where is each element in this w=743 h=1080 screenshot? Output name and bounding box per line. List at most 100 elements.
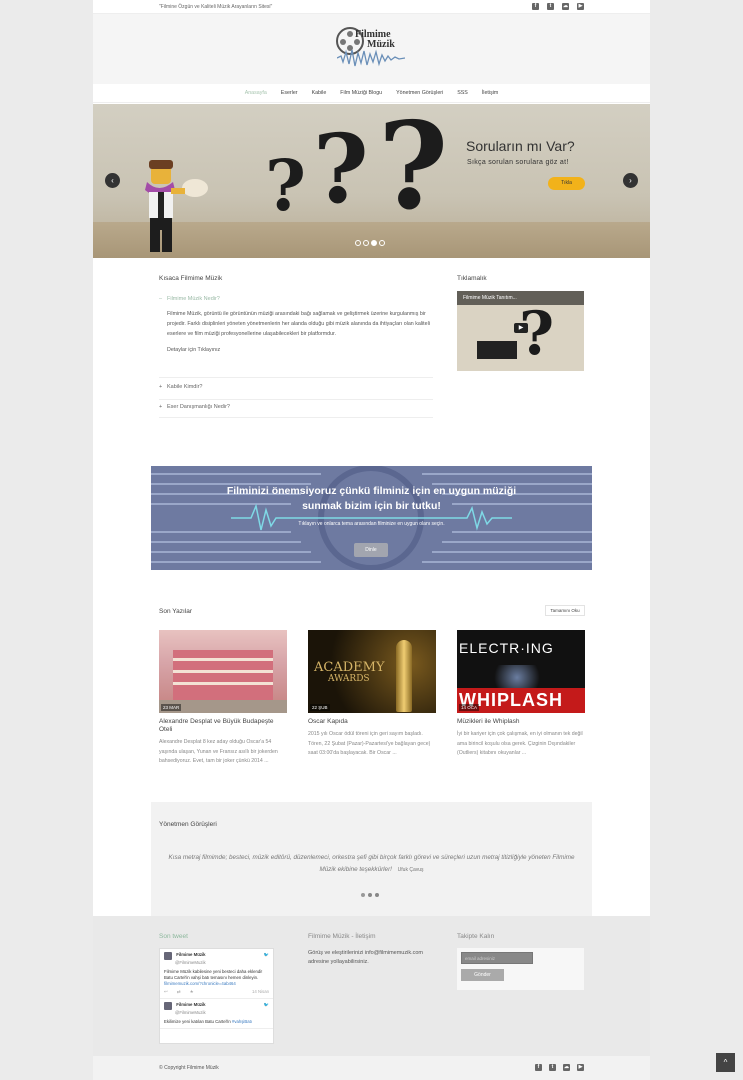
- question-mark-graphic: ?: [313, 114, 369, 225]
- twitter-icon[interactable]: t: [547, 3, 554, 10]
- thumbnail-text: AWARDS: [328, 674, 370, 684]
- tweet-handle[interactable]: @FilmimeMuzik: [164, 1010, 206, 1015]
- avatar: [164, 952, 172, 960]
- contact-text: Görüş ve eleştirilerinizi info@filmimemu…: [308, 950, 423, 965]
- testimonials-title: Yönetmen Görüşleri: [159, 821, 217, 828]
- thumbnail-text: ELECTR·ING: [459, 640, 554, 656]
- post-thumbnail[interactable]: ACADEMY AWARDS 22 ŞUB: [308, 630, 436, 713]
- testimonial-pagination: [361, 893, 379, 897]
- favorite-icon[interactable]: ★: [190, 989, 194, 994]
- tweet-time[interactable]: 14 Nisan: [252, 989, 269, 995]
- intro-title: Kısaca Filmime Müzik: [159, 275, 223, 282]
- post-title[interactable]: Oscar Kapıda: [308, 718, 436, 726]
- accordion-heading[interactable]: + Eser Danışmanlığı Nedir?: [159, 404, 433, 410]
- tweet-link[interactable]: filmimemuzik.com/?chronicle=4ab464: [164, 981, 269, 987]
- post-card[interactable]: ACADEMY AWARDS 22 ŞUB Oscar Kapıda 2015 …: [308, 630, 436, 759]
- tweet[interactable]: Filmime Müzik 🐦 @FilmimeMuzik Filmime Mü…: [160, 949, 273, 999]
- post-title[interactable]: Alexandre Desplat ve Büyük Budapeşte Ote…: [159, 718, 287, 734]
- nav-anasayfa[interactable]: Anasayfa: [245, 90, 267, 96]
- banner-headline-1: Filminizi önemsiyoruz çünkü filminiz içi…: [226, 485, 517, 497]
- page: "Filmine Özgün ve Kaliteli Müzik Arayanl…: [93, 0, 650, 1080]
- email-input[interactable]: email adresiniz: [461, 952, 533, 964]
- site-header: Filmime Müzik: [93, 14, 650, 84]
- details-link[interactable]: Detaylar için Tıklayınız: [159, 345, 433, 355]
- bottom-bar: © Copyright Filmime Müzik f t ☁ ▶: [93, 1056, 650, 1080]
- facebook-icon[interactable]: f: [532, 3, 539, 10]
- nav-blog[interactable]: Film Müziği Blogu: [340, 90, 382, 96]
- nav-sss[interactable]: SSS: [457, 90, 468, 96]
- soundcloud-icon[interactable]: ☁: [562, 3, 569, 10]
- slider-dot-active[interactable]: [371, 240, 377, 246]
- video-embed[interactable]: Filmime Müzik Tanıtım... ▶ ?: [457, 291, 584, 371]
- banner-subtext: Tıklayın ve onlarca tema arasından filmi…: [298, 521, 445, 527]
- facebook-icon[interactable]: f: [535, 1064, 542, 1071]
- tweet[interactable]: Filmime Müzik 🐦 @FilmimeMuzik Ekilimize …: [160, 999, 273, 1029]
- post-date: 23 MAR: [161, 704, 182, 711]
- tweet-author[interactable]: Filmime Müzik: [176, 952, 205, 957]
- accordion-heading[interactable]: + Kabile Kimdir?: [159, 384, 433, 390]
- main-nav: Anasayfa Eserler Kabile Film Müziği Blog…: [93, 84, 650, 103]
- slide-cta-button[interactable]: Tıkla: [548, 177, 585, 190]
- nav-kabile[interactable]: Kabile: [312, 90, 327, 96]
- slider-dot[interactable]: [355, 240, 361, 246]
- post-thumbnail[interactable]: ELECTR·ING WHIPLASH 14 OCA: [457, 630, 585, 713]
- tweet-text: Ekilimize yeni katılan Batu Cartel'in: [164, 1019, 231, 1024]
- twitter-icon[interactable]: t: [549, 1064, 556, 1071]
- accordion-item-open[interactable]: – Filmime Müzik Nedir? Filmime Müzik, gö…: [159, 296, 433, 378]
- nav-eserler[interactable]: Eserler: [281, 90, 298, 96]
- post-thumbnail[interactable]: 23 MAR: [159, 630, 287, 713]
- accordion-text: Filmime Müzik, görüntü ile görüntünün mü…: [167, 311, 430, 337]
- nav-iletisim[interactable]: İletişim: [482, 90, 498, 96]
- video-question-mark-graphic: ?: [519, 299, 555, 369]
- posts-section-title: Son Yazılar: [159, 608, 193, 615]
- site-logo[interactable]: Filmime Müzik: [335, 26, 407, 70]
- question-mark-graphic: ?: [378, 104, 449, 237]
- slider-dot[interactable]: [363, 240, 369, 246]
- testimonial-dot-active[interactable]: [361, 893, 365, 897]
- accordion-heading[interactable]: – Filmime Müzik Nedir?: [159, 296, 433, 302]
- accordion-item[interactable]: + Kabile Kimdir?: [159, 384, 433, 400]
- social-links-top: f t ☁ ▶: [532, 3, 584, 10]
- testimonial-dot[interactable]: [368, 893, 372, 897]
- slider-prev-arrow-icon[interactable]: ‹: [105, 173, 120, 188]
- slide-title: Soruların mı Var?: [466, 138, 575, 154]
- thumbnail-text: ACADEMY: [314, 660, 385, 675]
- reply-icon[interactable]: ↩: [164, 989, 168, 994]
- top-bar: "Filmine Özgün ve Kaliteli Müzik Arayanl…: [93, 0, 650, 14]
- post-card[interactable]: 23 MAR Alexandre Desplat ve Büyük Budape…: [159, 630, 287, 767]
- tweets-title: Son tweet: [159, 933, 188, 940]
- scroll-to-top-button[interactable]: ^: [716, 1053, 735, 1072]
- tweet-author[interactable]: Filmime Müzik: [176, 1002, 205, 1007]
- video-section-title: Tıklamalık: [457, 275, 487, 282]
- accordion-item[interactable]: + Eser Danışmanlığı Nedir?: [159, 404, 433, 418]
- read-all-button[interactable]: Tamamını Oku: [545, 605, 585, 616]
- testimonial-dot[interactable]: [375, 893, 379, 897]
- tweet-hashtag[interactable]: #vahşiBatı: [232, 1019, 252, 1024]
- intro-section: Kısaca Filmime Müzik: [159, 275, 433, 282]
- banner-headline-2: sunmak bizim için bir tutku!: [302, 500, 441, 512]
- twitter-feed[interactable]: Filmime Müzik 🐦 @FilmimeMuzik Filmime Mü…: [159, 948, 274, 1044]
- slider-pagination: [355, 240, 385, 246]
- twitter-bird-icon: 🐦: [263, 952, 269, 957]
- quote-text: Kısa metraj filmimde; besteci, müzik edi…: [168, 854, 575, 873]
- clapperboard-graphic: [477, 341, 517, 359]
- quote-author: Ufuk Çavuş: [397, 867, 424, 873]
- retweet-icon[interactable]: ⇄: [177, 989, 181, 994]
- tweet-text-wrap: Ekilimize yeni katılan Batu Cartel'in #v…: [164, 1019, 269, 1025]
- post-date: 14 OCA: [459, 704, 480, 711]
- accordion-heading-label: Kabile Kimdir?: [167, 384, 203, 390]
- slider-dot[interactable]: [379, 240, 385, 246]
- post-title[interactable]: Müzikleri ile Whiplash: [457, 718, 585, 726]
- post-card[interactable]: ELECTR·ING WHIPLASH 14 OCA Müzikleri ile…: [457, 630, 585, 759]
- youtube-icon[interactable]: ▶: [577, 1064, 584, 1071]
- listen-button[interactable]: Dinle: [354, 543, 388, 557]
- tweet-handle[interactable]: @FilmimeMuzik: [164, 960, 206, 965]
- youtube-icon[interactable]: ▶: [577, 3, 584, 10]
- subscribe-button[interactable]: Gönder: [461, 969, 504, 981]
- soundcloud-icon[interactable]: ☁: [563, 1064, 570, 1071]
- copyright: © Copyright Filmime Müzik: [159, 1065, 219, 1071]
- video-caption: Filmime Müzik Tanıtım...: [463, 295, 517, 301]
- nav-yonetmen-gorusleri[interactable]: Yönetmen Görüşleri: [396, 90, 443, 96]
- promo-banner: Filminizi önemsiyoruz çünkü filminiz içi…: [151, 466, 592, 570]
- slider-next-arrow-icon[interactable]: ›: [623, 173, 638, 188]
